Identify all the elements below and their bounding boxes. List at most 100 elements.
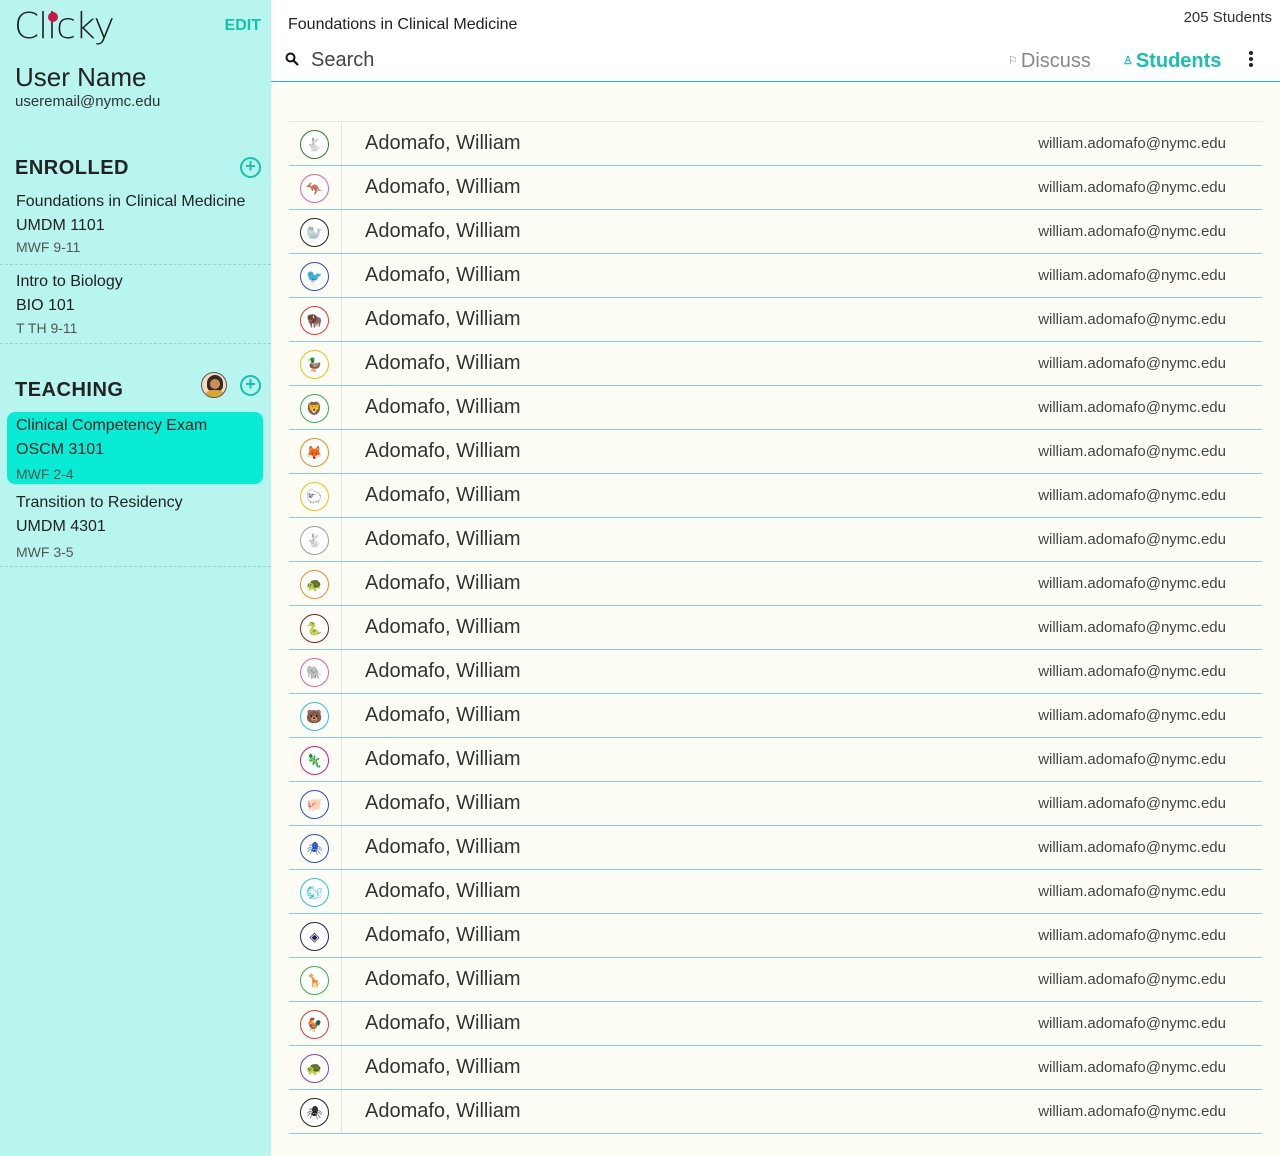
student-row[interactable]: 🦭 Adomafo, William william.adomafo@nymc.ed…: [289, 210, 1262, 254]
teaching-course[interactable]: Transition to Residency UMDM 4301 MWF 3-…: [0, 486, 271, 567]
student-row[interactable]: 🦬 Adomafo, William william.adomafo@nymc.ed…: [289, 298, 1262, 342]
student-email[interactable]: william.adomafo@nymc.edu: [1038, 399, 1226, 416]
student-row[interactable]: 🐇 Adomafo, William william.adomafo@nymc.ed…: [289, 122, 1262, 166]
student-name: Adomafo, William: [365, 484, 521, 506]
student-email[interactable]: william.adomafo@nymc.edu: [1038, 663, 1226, 680]
more-menu-icon[interactable]: [1243, 50, 1259, 70]
add-teaching-icon[interactable]: +: [240, 375, 261, 396]
student-email[interactable]: william.adomafo@nymc.edu: [1038, 1103, 1226, 1120]
top-bar: Foundations in Clinical Medicine 205 Stu…: [271, 0, 1280, 82]
student-name: Adomafo, William: [365, 352, 521, 374]
student-name: Adomafo, William: [365, 1056, 521, 1078]
avatar-cell: 🐢: [289, 1046, 342, 1089]
student-row[interactable]: ◈ Adomafo, William william.adomafo@nymc.ed…: [289, 914, 1262, 958]
course-time: MWF 3-5: [16, 544, 74, 560]
student-name: Adomafo, William: [365, 308, 521, 330]
avatar-cell: 🦁: [289, 386, 342, 429]
tab-discuss-label: Discuss: [1020, 50, 1091, 72]
avatar-cell: ◈: [289, 914, 342, 957]
student-row[interactable]: 🐢 Adomafo, William william.adomafo@nymc.ed…: [289, 1046, 1262, 1090]
student-email[interactable]: william.adomafo@nymc.edu: [1038, 795, 1226, 812]
student-email[interactable]: william.adomafo@nymc.edu: [1038, 575, 1226, 592]
course-title: Intro to Biology: [16, 273, 123, 290]
enrolled-course[interactable]: Intro to Biology BIO 101 T TH 9-11: [0, 265, 271, 344]
rabbit-icon: 🐇: [300, 526, 329, 555]
student-email[interactable]: william.adomafo@nymc.edu: [1038, 883, 1226, 900]
student-row[interactable]: 🐑 Adomafo, William william.adomafo@nymc.ed…: [289, 474, 1262, 518]
avatar-face: [210, 379, 220, 389]
sheep-icon: 🐑: [300, 482, 329, 511]
elephant-icon: 🐘: [300, 658, 329, 687]
sidebar: Clicky EDIT User Name useremail@nymc.edu…: [0, 0, 271, 1156]
student-row[interactable]: 🐢 Adomafo, William william.adomafo@nymc.ed…: [289, 562, 1262, 606]
student-row[interactable]: 🕷 Adomafo, William william.adomafo@nymc.ed…: [289, 826, 1262, 870]
student-row[interactable]: 🕷 Adomafo, William william.adomafo@nymc.ed…: [289, 1090, 1262, 1134]
avatar-cell: 🦬: [289, 298, 342, 341]
tab-students[interactable]: ♙ Students: [1123, 50, 1221, 73]
student-row[interactable]: 🦎 Adomafo, William william.adomafo@nymc.ed…: [289, 738, 1262, 782]
rooster-icon: 🐓: [300, 1010, 329, 1039]
student-name: Adomafo, William: [365, 792, 521, 814]
rabbit-icon: 🐇: [300, 130, 329, 159]
teaching-course-active[interactable]: Clinical Competency Exam OSCM 3101 MWF 2…: [7, 412, 263, 484]
bird-icon: 🐦: [300, 262, 329, 291]
student-email[interactable]: william.adomafo@nymc.edu: [1038, 179, 1226, 196]
avatar-cell: 🐻: [289, 694, 342, 737]
avatar-cell: 🦎: [289, 738, 342, 781]
giraffe-icon: 🦒: [300, 966, 329, 995]
student-row[interactable]: 🦊 Adomafo, William william.adomafo@nymc.ed…: [289, 430, 1262, 474]
turtle-icon: 🐢: [300, 570, 329, 599]
student-row[interactable]: 🐖 Adomafo, William william.adomafo@nymc.ed…: [289, 782, 1262, 826]
add-enrolled-icon[interactable]: +: [240, 157, 261, 178]
student-email[interactable]: william.adomafo@nymc.edu: [1038, 355, 1226, 372]
student-email[interactable]: william.adomafo@nymc.edu: [1038, 839, 1226, 856]
student-row[interactable]: 🦘 Adomafo, William william.adomafo@nymc.ed…: [289, 166, 1262, 210]
student-email[interactable]: william.adomafo@nymc.edu: [1038, 619, 1226, 636]
student-email[interactable]: william.adomafo@nymc.edu: [1038, 927, 1226, 944]
student-email[interactable]: william.adomafo@nymc.edu: [1038, 1059, 1226, 1076]
bison-icon: 🦬: [300, 306, 329, 335]
edit-button[interactable]: EDIT: [225, 17, 261, 35]
app-logo[interactable]: Clicky: [14, 6, 115, 47]
student-row[interactable]: 🦒 Adomafo, William william.adomafo@nymc.ed…: [289, 958, 1262, 1002]
enrolled-course[interactable]: Foundations in Clinical Medicine UMDM 11…: [0, 185, 271, 265]
avatar-cell: 🦘: [289, 166, 342, 209]
student-row[interactable]: 🐘 Adomafo, William william.adomafo@nymc.ed…: [289, 650, 1262, 694]
student-email[interactable]: william.adomafo@nymc.edu: [1038, 311, 1226, 328]
student-email[interactable]: william.adomafo@nymc.edu: [1038, 707, 1226, 724]
student-email[interactable]: william.adomafo@nymc.edu: [1038, 135, 1226, 152]
avatar-cell: 🐘: [289, 650, 342, 693]
student-email[interactable]: william.adomafo@nymc.edu: [1038, 267, 1226, 284]
avatar-cell: 🐦: [289, 254, 342, 297]
bear-icon: 🐻: [300, 702, 329, 731]
student-row[interactable]: 🐦 Adomafo, William william.adomafo@nymc.ed…: [289, 254, 1262, 298]
student-email[interactable]: william.adomafo@nymc.edu: [1038, 751, 1226, 768]
avatar-cell: 🐢: [289, 562, 342, 605]
student-email[interactable]: william.adomafo@nymc.edu: [1038, 487, 1226, 504]
student-row[interactable]: 🐻 Adomafo, William william.adomafo@nymc.ed…: [289, 694, 1262, 738]
student-name: Adomafo, William: [365, 880, 521, 902]
student-row[interactable]: 🐿 Adomafo, William william.adomafo@nymc.ed…: [289, 870, 1262, 914]
student-email[interactable]: william.adomafo@nymc.edu: [1038, 223, 1226, 240]
student-email[interactable]: william.adomafo@nymc.edu: [1038, 971, 1226, 988]
student-email[interactable]: william.adomafo@nymc.edu: [1038, 531, 1226, 548]
student-row[interactable]: 🐇 Adomafo, William william.adomafo@nymc.ed…: [289, 518, 1262, 562]
tab-discuss[interactable]: ⚐ Discuss: [1008, 50, 1091, 73]
course-time: T TH 9-11: [16, 320, 78, 336]
teacher-avatar[interactable]: [201, 372, 227, 398]
course-time: MWF 2-4: [16, 466, 74, 482]
student-name: Adomafo, William: [365, 704, 521, 726]
course-code: UMDM 1101: [16, 217, 105, 234]
avatar-cell: 🦆: [289, 342, 342, 385]
student-row[interactable]: 🦆 Adomafo, William william.adomafo@nymc.ed…: [289, 342, 1262, 386]
student-email[interactable]: william.adomafo@nymc.edu: [1038, 443, 1226, 460]
logo-dot: [48, 12, 58, 22]
student-row[interactable]: 🦁 Adomafo, William william.adomafo@nymc.ed…: [289, 386, 1262, 430]
search-input[interactable]: [311, 46, 711, 74]
student-row[interactable]: 🐓 Adomafo, William william.adomafo@nymc.ed…: [289, 1002, 1262, 1046]
student-name: Adomafo, William: [365, 528, 521, 550]
avatar-cell: 🐖: [289, 782, 342, 825]
student-row[interactable]: 🐍 Adomafo, William william.adomafo@nymc.ed…: [289, 606, 1262, 650]
student-name: Adomafo, William: [365, 968, 521, 990]
student-email[interactable]: william.adomafo@nymc.edu: [1038, 1015, 1226, 1032]
